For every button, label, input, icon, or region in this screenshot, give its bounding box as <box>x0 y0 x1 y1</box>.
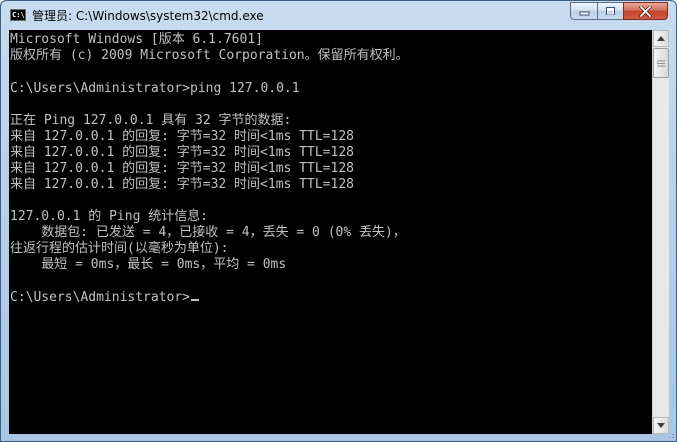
cmd-window: C:\ 管理员: C:\Windows\system32\cmd.exe Mic… <box>0 0 677 442</box>
console-line: 127.0.0.1 的 Ping 统计信息: <box>10 209 209 224</box>
scrollbar-thumb[interactable] <box>653 48 669 78</box>
close-button[interactable] <box>623 2 668 20</box>
arrow-down-icon <box>657 423 665 428</box>
command-prompt-line[interactable]: C:\Users\Administrator> <box>10 290 200 306</box>
vertical-scrollbar[interactable] <box>652 30 669 434</box>
title-bar[interactable]: C:\ 管理员: C:\Windows\system32\cmd.exe <box>1 1 676 29</box>
close-icon <box>639 5 652 17</box>
grip-lines-icon <box>657 60 665 66</box>
console-line: 来自 127.0.0.1 的回复: 字节=32 时间<1ms TTL=128 <box>10 161 354 176</box>
arrow-up-icon <box>657 36 665 41</box>
maximize-button[interactable] <box>597 2 623 20</box>
console-line: 最短 = 0ms，最长 = 0ms，平均 = 0ms <box>10 257 287 272</box>
text-cursor <box>191 299 200 301</box>
resize-grip-icon[interactable] <box>661 432 675 440</box>
maximize-icon <box>606 7 615 15</box>
window-title: 管理员: C:\Windows\system32\cmd.exe <box>32 9 264 23</box>
console-line: 正在 Ping 127.0.0.1 具有 32 字节的数据: <box>10 113 292 128</box>
console-line: 来自 127.0.0.1 的回复: 字节=32 时间<1ms TTL=128 <box>10 145 354 160</box>
console-line: 版权所有 (c) 2009 Microsoft Corporation。保留所有… <box>10 48 409 63</box>
console-line: Microsoft Windows [版本 6.1.7601] <box>10 32 263 47</box>
caption-buttons <box>570 2 668 21</box>
console-line: 往返行程的估计时间(以毫秒为单位): <box>10 241 229 256</box>
console-line: 来自 127.0.0.1 的回复: 字节=32 时间<1ms TTL=128 <box>10 129 354 144</box>
console-line: C:\Users\Administrator>ping 127.0.0.1 <box>10 81 300 96</box>
scroll-up-button[interactable] <box>653 30 669 47</box>
minimize-icon <box>579 11 589 16</box>
console-output[interactable]: Microsoft Windows [版本 6.1.7601] 版权所有 (c)… <box>9 30 652 434</box>
console-line: 数据包: 已发送 = 4，已接收 = 4，丢失 = 0 (0% 丢失)， <box>10 225 406 240</box>
minimize-button[interactable] <box>570 2 597 20</box>
prompt-text: C:\Users\Administrator> <box>10 290 191 305</box>
console-line: 来自 127.0.0.1 的回复: 字节=32 时间<1ms TTL=128 <box>10 177 354 192</box>
cmd-app-icon[interactable]: C:\ <box>10 9 26 21</box>
